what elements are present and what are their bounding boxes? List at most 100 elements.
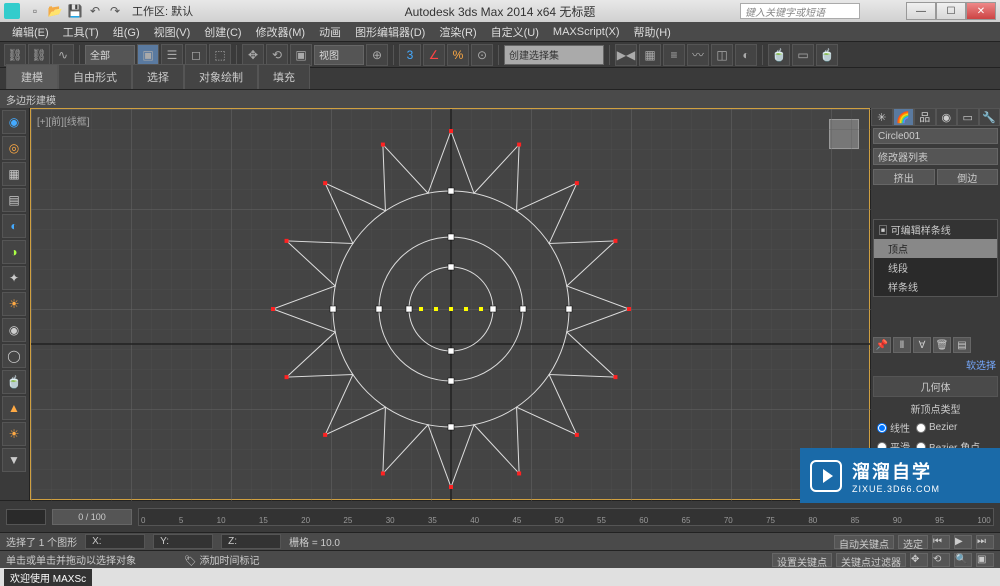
palette-btn[interactable]: ◐	[2, 214, 26, 238]
palette-btn[interactable]: ◎	[2, 136, 26, 160]
extrude-button[interactable]: 挤出	[873, 169, 935, 185]
layers-icon[interactable]: ≡	[663, 44, 685, 66]
coord-z[interactable]: Z:	[221, 534, 281, 549]
named-selection-set[interactable]: 创建选择集	[504, 45, 604, 65]
subobj-segment[interactable]: 线段	[874, 258, 997, 277]
palette-btn[interactable]: ◑	[2, 240, 26, 264]
close-button[interactable]: ✕	[966, 2, 996, 20]
tab-freeform[interactable]: 自由形式	[58, 64, 132, 89]
spinner-snap-icon[interactable]: ⊙	[471, 44, 493, 66]
menu-modifiers[interactable]: 修改器(M)	[250, 22, 312, 42]
minimize-button[interactable]: —	[906, 2, 936, 20]
palette-btn[interactable]: ☀	[2, 292, 26, 316]
play-icon[interactable]: ▶	[954, 535, 972, 549]
soft-selection-rollout[interactable]: 软选择	[871, 355, 1000, 374]
ref-coord-dropdown[interactable]: 视图	[314, 45, 364, 65]
rollout-header[interactable]: 几何体	[873, 376, 998, 397]
nav-icon[interactable]: 🔍	[954, 553, 972, 567]
curve-editor-icon[interactable]: 〰	[687, 44, 709, 66]
menu-graph[interactable]: 图形编辑器(D)	[349, 22, 431, 42]
track-bar-toggle[interactable]	[6, 509, 46, 525]
unlink-icon[interactable]: ⛓	[28, 44, 50, 66]
nav-icon[interactable]: ⟲	[932, 553, 950, 567]
palette-btn[interactable]: ☀	[2, 422, 26, 446]
coord-y[interactable]: Y:	[153, 534, 213, 549]
workspace-dropdown[interactable]: 工作区: 默认	[132, 3, 193, 19]
link-icon[interactable]: ⛓	[4, 44, 26, 66]
scale-icon[interactable]: ▣	[290, 44, 312, 66]
palette-btn[interactable]: ◉	[2, 110, 26, 134]
material-icon[interactable]: ◐	[735, 44, 757, 66]
window-crossing-icon[interactable]: ⬚	[209, 44, 231, 66]
modify-tab-icon[interactable]: 🌈	[893, 108, 915, 126]
config-icon[interactable]: ▤	[953, 337, 971, 353]
align-icon[interactable]: ▦	[639, 44, 661, 66]
menu-tools[interactable]: 工具(T)	[57, 22, 105, 42]
render-setup-icon[interactable]: 🍵	[768, 44, 790, 66]
menu-customize[interactable]: 自定义(U)	[485, 22, 545, 42]
menu-views[interactable]: 视图(V)	[148, 22, 197, 42]
mirror-icon[interactable]: ▶◀	[615, 44, 637, 66]
selection-filter[interactable]: 全部	[85, 45, 135, 65]
select-icon[interactable]: ▣	[137, 44, 159, 66]
menu-create[interactable]: 创建(C)	[198, 22, 247, 42]
bevel-button[interactable]: 倒边	[937, 169, 999, 185]
palette-btn[interactable]: ▤	[2, 188, 26, 212]
palette-btn[interactable]: ▦	[2, 162, 26, 186]
radio-bezier[interactable]: Bezier	[916, 420, 957, 435]
open-icon[interactable]: 📂	[46, 3, 64, 19]
rotate-icon[interactable]: ⟲	[266, 44, 288, 66]
subobj-vertex[interactable]: 顶点	[874, 239, 997, 258]
select-region-icon[interactable]: ◻	[185, 44, 207, 66]
snap-icon[interactable]: 3	[399, 44, 421, 66]
menu-animation[interactable]: 动画	[313, 22, 347, 42]
unique-icon[interactable]: ∀	[913, 337, 931, 353]
utilities-tab-icon[interactable]: 🔧	[979, 108, 1000, 126]
angle-snap-icon[interactable]: ∠	[423, 44, 445, 66]
subobj-spline[interactable]: 样条线	[874, 277, 997, 296]
render-frame-icon[interactable]: ▭	[792, 44, 814, 66]
stack-header[interactable]: ▣ 可编辑样条线	[874, 220, 997, 239]
search-input[interactable]: 键入关键字或短语	[740, 3, 860, 19]
modifier-stack[interactable]: ▣ 可编辑样条线 顶点 线段 样条线	[873, 219, 998, 297]
palette-btn[interactable]: ◉	[2, 318, 26, 342]
nav-icon[interactable]: ✥	[910, 553, 928, 567]
play-next-icon[interactable]: ⏭	[976, 535, 994, 549]
autokey-button[interactable]: 自动关键点	[834, 535, 894, 549]
tab-object-paint[interactable]: 对象绘制	[184, 64, 258, 89]
percent-snap-icon[interactable]: %	[447, 44, 469, 66]
radio-linear[interactable]: 线性	[877, 420, 910, 435]
nav-icon[interactable]: ▣	[976, 553, 994, 567]
coord-x[interactable]: X:	[85, 534, 145, 549]
menu-maxscript[interactable]: MAXScript(X)	[547, 24, 626, 40]
palette-btn[interactable]: ▲	[2, 396, 26, 420]
add-time-tag[interactable]: 🏷 添加时间标记	[184, 552, 259, 567]
menu-help[interactable]: 帮助(H)	[628, 22, 677, 42]
tab-populate[interactable]: 填充	[258, 64, 310, 89]
palette-btn[interactable]: ✦	[2, 266, 26, 290]
keyfilter-button[interactable]: 关键点过滤器	[836, 553, 906, 567]
play-prev-icon[interactable]: ⏮	[932, 535, 950, 549]
viewport[interactable]: [+][前][线框]	[30, 108, 870, 500]
frame-slider[interactable]: 0 / 100	[52, 509, 132, 525]
display-tab-icon[interactable]: ▭	[957, 108, 979, 126]
tab-selection[interactable]: 选择	[132, 64, 184, 89]
undo-icon[interactable]: ↶	[86, 3, 104, 19]
setkey-button[interactable]: 设置关键点	[772, 553, 832, 567]
select-name-icon[interactable]: ☰	[161, 44, 183, 66]
modifier-list-dropdown[interactable]: 修改器列表	[873, 148, 998, 165]
palette-btn[interactable]: 🍵	[2, 370, 26, 394]
palette-btn[interactable]: ◯	[2, 344, 26, 368]
pin-stack-icon[interactable]: 📌	[873, 337, 891, 353]
menu-group[interactable]: 组(G)	[107, 22, 146, 42]
palette-btn[interactable]: ▼	[2, 448, 26, 472]
new-icon[interactable]: ▫	[26, 3, 44, 19]
tab-modeling[interactable]: 建模	[6, 64, 58, 89]
bind-icon[interactable]: ∿	[52, 44, 74, 66]
pivot-icon[interactable]: ⊕	[366, 44, 388, 66]
create-tab-icon[interactable]: ✳	[871, 108, 893, 126]
menu-edit[interactable]: 编辑(E)	[6, 22, 55, 42]
menu-render[interactable]: 渲染(R)	[433, 22, 482, 42]
redo-icon[interactable]: ↷	[106, 3, 124, 19]
schematic-icon[interactable]: ◫	[711, 44, 733, 66]
